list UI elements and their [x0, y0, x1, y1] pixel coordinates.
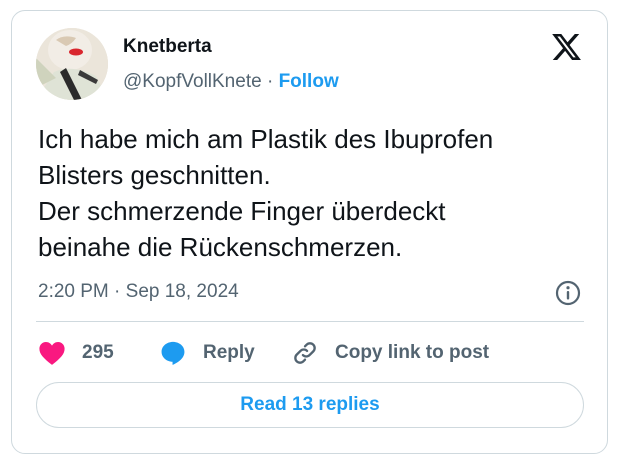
avatar-image: [36, 28, 108, 100]
tweet-time: 2:20 PM: [38, 281, 109, 302]
tweet-text-line: Ich habe mich am Plastik des Ibuprofen: [38, 124, 494, 154]
info-icon[interactable]: [554, 279, 582, 307]
read-replies-button[interactable]: Read 13 replies: [36, 382, 584, 428]
tweet-card: Knetberta @KopfVollKnete · Follow Ich ha…: [11, 10, 608, 454]
tweet-date: Sep 18, 2024: [125, 281, 239, 302]
divider: [36, 321, 584, 322]
tweet-text-line: beinahe die Rückenschmerzen.: [38, 232, 403, 262]
tweet-text: Ich habe mich am Plastik des Ibuprofen B…: [38, 121, 588, 265]
reply-button[interactable]: Reply: [159, 337, 255, 369]
like-count: 295: [82, 342, 114, 363]
tweet-text-line: Blisters geschnitten.: [38, 160, 271, 190]
heart-icon: [38, 340, 66, 366]
follow-button[interactable]: Follow: [279, 71, 339, 92]
author-name[interactable]: Knetberta: [123, 36, 212, 58]
copy-link-label: Copy link to post: [335, 342, 490, 363]
tweet-text-line: Der schmerzende Finger überdeckt: [38, 196, 446, 226]
tweet-timestamp[interactable]: 2:20 PM · Sep 18, 2024: [38, 281, 239, 303]
x-logo-icon[interactable]: [550, 31, 583, 63]
speech-bubble-icon: [159, 339, 187, 367]
author-handle[interactable]: @KopfVollKnete: [123, 71, 262, 92]
copy-link-button[interactable]: Copy link to post: [291, 337, 489, 369]
like-button[interactable]: 295: [38, 337, 114, 369]
author-handle-row: @KopfVollKnete · Follow: [123, 71, 339, 93]
timestamp-separator: ·: [114, 281, 121, 302]
avatar[interactable]: [36, 28, 108, 100]
handle-separator: ·: [266, 71, 274, 92]
link-icon: [291, 339, 319, 367]
reply-label: Reply: [203, 342, 255, 363]
